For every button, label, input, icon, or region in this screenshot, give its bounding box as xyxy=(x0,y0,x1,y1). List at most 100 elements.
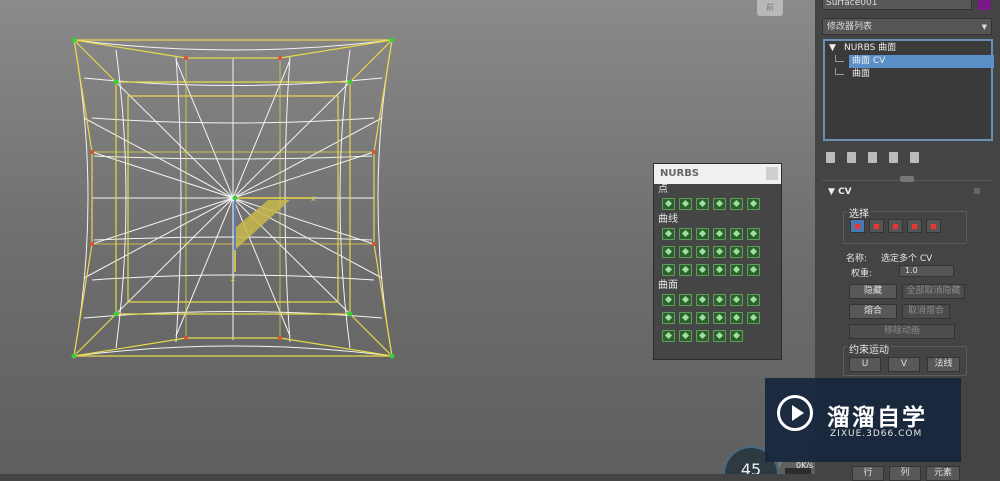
chevron-down-icon: ▼ xyxy=(981,23,987,31)
curve-tool-icon[interactable] xyxy=(747,246,760,258)
point-tool-icon[interactable] xyxy=(730,198,743,210)
curve-tool-icon[interactable] xyxy=(730,246,743,258)
point-tools-row xyxy=(654,196,781,212)
stack-tree-line xyxy=(835,68,844,75)
remove-modifier-icon[interactable] xyxy=(889,151,898,163)
curve-tool-icon[interactable] xyxy=(696,228,709,240)
row-cv-icon[interactable] xyxy=(869,219,884,233)
fuse-button[interactable]: 熔合 xyxy=(849,304,897,319)
surface-tool-icon[interactable] xyxy=(662,294,675,306)
point-section-label: 点 xyxy=(658,184,668,195)
point-tool-icon[interactable] xyxy=(679,198,692,210)
surface-tool-icon[interactable] xyxy=(662,312,675,324)
selection-mode-buttons xyxy=(850,219,941,233)
curve-tool-icon[interactable] xyxy=(679,264,692,276)
remove-animation-button[interactable]: 移除动画 xyxy=(849,324,955,339)
gauge-extension xyxy=(785,468,811,474)
rollout-title-text: CV xyxy=(838,187,852,197)
stack-expand-icon[interactable]: ▼ xyxy=(829,42,836,55)
surface-tool-icon[interactable] xyxy=(662,330,675,342)
surface-tools-row xyxy=(654,310,781,326)
curve-tool-icon[interactable] xyxy=(662,246,675,258)
curve-tool-icon[interactable] xyxy=(662,264,675,276)
nurbs-toolbox[interactable]: NURBS 点 曲线 曲面 xyxy=(653,163,782,360)
surface-section-label: 曲面 xyxy=(658,280,678,291)
curve-tool-icon[interactable] xyxy=(730,228,743,240)
point-tool-icon[interactable] xyxy=(696,198,709,210)
point-tool-icon[interactable] xyxy=(662,198,675,210)
constrain-motion-label: 约束运动 xyxy=(847,341,891,356)
surface-tool-icon[interactable] xyxy=(696,330,709,342)
curve-tool-icon[interactable] xyxy=(747,264,760,276)
point-tool-icon[interactable] xyxy=(747,198,760,210)
divider-grip[interactable] xyxy=(900,176,914,182)
all-cv-icon[interactable] xyxy=(926,219,941,233)
surface-tool-icon[interactable] xyxy=(679,312,692,324)
surface-tool-icon[interactable] xyxy=(747,294,760,306)
u-button[interactable]: U xyxy=(849,357,881,372)
single-cv-icon[interactable] xyxy=(850,219,865,233)
stack-item-surface[interactable]: 曲面 xyxy=(852,68,870,81)
surface-tool-icon[interactable] xyxy=(730,312,743,324)
svg-text:z: z xyxy=(231,274,235,283)
surface-tool-icon[interactable] xyxy=(730,294,743,306)
curve-tool-icon[interactable] xyxy=(713,228,726,240)
unfuse-button[interactable]: 取消熔合 xyxy=(902,304,950,319)
curve-tool-icon[interactable] xyxy=(747,228,760,240)
name-value: 选定多个 CV xyxy=(881,254,933,264)
stack-tree-line xyxy=(835,55,844,62)
surface-tool-icon[interactable] xyxy=(713,330,726,342)
point-tool-icon[interactable] xyxy=(713,198,726,210)
column-cv-icon[interactable] xyxy=(888,219,903,233)
modifier-list-dropdown[interactable]: 修改器列表 ▼ xyxy=(822,18,992,35)
modifier-stack[interactable]: ▼ NURBS 曲面 曲面 CV 曲面 xyxy=(823,39,994,141)
row-column-cv-icon[interactable] xyxy=(907,219,922,233)
normal-button[interactable]: 法线 xyxy=(927,357,960,372)
curve-tool-icon[interactable] xyxy=(730,264,743,276)
curve-tool-icon[interactable] xyxy=(679,228,692,240)
curve-tool-icon[interactable] xyxy=(696,246,709,258)
hide-button[interactable]: 隐藏 xyxy=(849,284,897,299)
curve-tools-row xyxy=(654,226,781,242)
weight-label: 权重: xyxy=(851,269,873,279)
name-label: 名称: xyxy=(846,254,868,264)
svg-text:x: x xyxy=(311,194,316,203)
viewcube[interactable]: 前 xyxy=(757,0,783,16)
curve-tool-icon[interactable] xyxy=(713,246,726,258)
curve-tool-icon[interactable] xyxy=(713,264,726,276)
make-unique-icon[interactable] xyxy=(868,151,877,163)
close-icon[interactable] xyxy=(766,167,778,180)
surface-tool-icon[interactable] xyxy=(679,294,692,306)
surface-tool-icon[interactable] xyxy=(713,294,726,306)
weight-spinner[interactable]: 1.0 xyxy=(899,265,954,277)
surface-tool-icon[interactable] xyxy=(713,312,726,324)
stack-item-surface-cv[interactable]: 曲面 CV xyxy=(849,55,994,68)
pin-stack-icon[interactable] xyxy=(826,151,835,163)
perspective-viewport[interactable]: x z 前 45 ↑ 0K/s NURBS 点 曲线 曲面 xyxy=(0,0,815,474)
unhide-all-button[interactable]: 全部取消隐藏 xyxy=(902,284,965,299)
curve-tool-icon[interactable] xyxy=(679,246,692,258)
surface-tool-icon[interactable] xyxy=(696,294,709,306)
nurbs-title-text: NURBS xyxy=(660,168,700,179)
rollout-pin-icon[interactable] xyxy=(974,188,980,194)
surface-tools-row xyxy=(654,292,781,308)
stack-toolbar xyxy=(826,150,986,164)
play-icon xyxy=(792,405,804,421)
surface-tools-row xyxy=(654,328,781,344)
surface-tool-icon[interactable] xyxy=(696,312,709,324)
curve-tool-icon[interactable] xyxy=(662,228,675,240)
nurbs-toolbox-title[interactable]: NURBS xyxy=(654,164,781,184)
surface-tool-icon[interactable] xyxy=(747,312,760,324)
stack-item-nurbs-surface[interactable]: NURBS 曲面 xyxy=(844,42,896,55)
curve-tools-row xyxy=(654,244,781,260)
object-color-swatch[interactable] xyxy=(978,0,991,10)
show-end-result-icon[interactable] xyxy=(847,151,856,163)
curve-tools-row xyxy=(654,262,781,278)
object-name-field[interactable]: Surface001 xyxy=(822,0,972,10)
curve-tool-icon[interactable] xyxy=(696,264,709,276)
surface-tool-icon[interactable] xyxy=(679,330,692,342)
v-button[interactable]: V xyxy=(888,357,920,372)
rollout-cv-title[interactable]: ▼ CV xyxy=(828,187,852,197)
surface-tool-icon[interactable] xyxy=(730,330,743,342)
configure-modifier-sets-icon[interactable] xyxy=(910,151,919,163)
